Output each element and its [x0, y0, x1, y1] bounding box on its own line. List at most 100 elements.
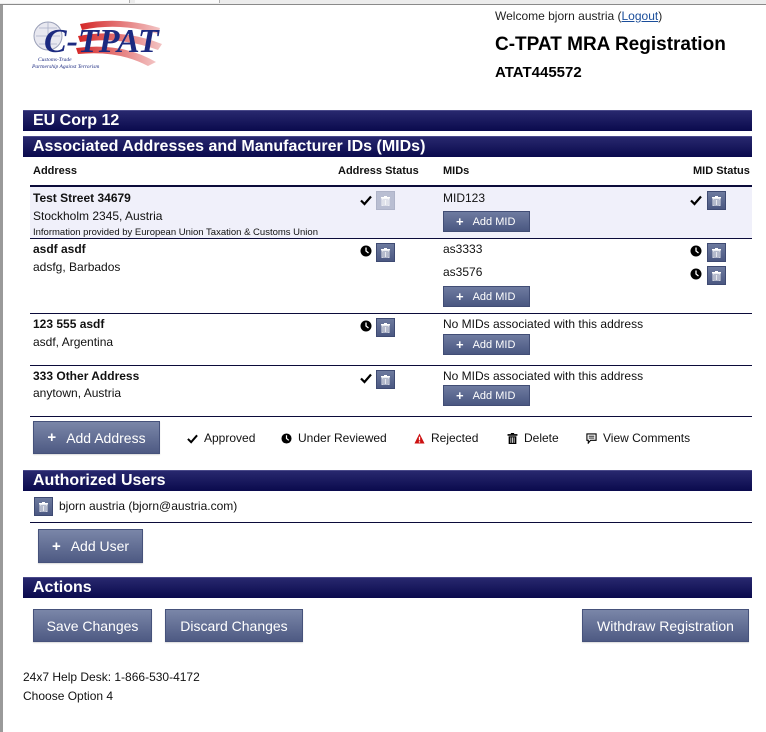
actions-header: Actions	[23, 577, 752, 598]
no-mids-text: No MIDs associated with this address	[443, 369, 644, 383]
help-desk-text: 24x7 Help Desk: 1-866-530-4172	[23, 670, 200, 684]
add-user-button[interactable]: + Add User	[38, 529, 143, 563]
add-mid-button[interactable]: + Add MID	[443, 211, 530, 232]
plus-icon: +	[456, 214, 464, 229]
trash-icon	[381, 322, 390, 333]
trash-icon	[507, 432, 518, 444]
add-address-button[interactable]: + Add Address	[33, 421, 160, 454]
no-mids-text: No MIDs associated with this address	[443, 317, 644, 331]
addresses-bottom-divider	[30, 416, 752, 417]
add-mid-button[interactable]: + Add MID	[443, 334, 530, 355]
legend-delete: Delete	[507, 431, 559, 445]
address-line: asdf, Argentina	[33, 335, 114, 349]
mid-id: as3576	[443, 265, 483, 279]
add-mid-label: Add MID	[472, 215, 516, 228]
add-mid-label: Add MID	[472, 290, 516, 303]
approved-check-icon	[360, 194, 372, 206]
clock-icon	[360, 245, 372, 257]
authorized-user: bjorn austria (bjorn@austria.com)	[59, 499, 238, 513]
column-header-mids: MIDs	[443, 165, 470, 177]
address-source-note: Information provided by European Union T…	[33, 227, 318, 238]
plus-icon: +	[47, 429, 57, 446]
registration-id: ATAT445572	[495, 64, 582, 81]
check-icon	[187, 434, 198, 444]
trash-icon	[381, 195, 390, 206]
welcome-label: Welcome bjorn austria (	[495, 9, 622, 23]
trash-icon	[712, 270, 721, 281]
column-header-address-status: Address Status	[338, 165, 419, 177]
approved-check-icon	[690, 194, 702, 206]
warning-triangle-icon	[414, 432, 425, 444]
column-header-address: Address	[33, 165, 78, 177]
address-row: Test Street 34679 Stockholm 2345, Austri…	[30, 185, 752, 238]
svg-text:Customs-Trade: Customs-Trade	[38, 57, 72, 63]
address-line: Stockholm 2345, Austria	[33, 209, 163, 223]
plus-icon: +	[456, 337, 464, 352]
legend-rejected-label: Rejected	[431, 431, 479, 445]
legend-approved: Approved	[187, 431, 255, 445]
clock-icon	[690, 245, 702, 257]
legend-under-review: Under Reviewed	[281, 431, 387, 445]
address-line: adsfg, Barbados	[33, 260, 121, 274]
browser-tab-edge	[135, 0, 220, 3]
clock-icon	[281, 432, 292, 444]
comment-icon	[586, 432, 597, 444]
trash-icon	[39, 501, 48, 512]
trash-icon	[712, 247, 721, 258]
mid-id: as3333	[443, 242, 483, 256]
clock-icon	[360, 320, 372, 332]
ctpat-logo: C-TPAT Customs-Trade Partnership Against…	[30, 14, 170, 72]
users-divider	[30, 522, 752, 523]
legend-approved-label: Approved	[204, 431, 256, 445]
address-row: 123 555 asdf asdf, Argentina No MIDs ass…	[30, 313, 752, 365]
logout-link[interactable]: Logout	[622, 9, 659, 23]
discard-changes-button[interactable]: Discard Changes	[165, 609, 303, 642]
approved-check-icon	[360, 372, 372, 384]
plus-icon: +	[456, 388, 464, 403]
add-mid-button[interactable]: + Add MID	[443, 286, 530, 307]
svg-text:C-TPAT: C-TPAT	[44, 23, 160, 60]
trash-icon	[381, 247, 390, 258]
clock-icon	[690, 268, 702, 280]
delete-address-button[interactable]	[376, 318, 395, 337]
delete-address-button-disabled	[376, 191, 395, 210]
add-address-label: Add Address	[66, 429, 146, 446]
svg-text:Partnership Against Terrorism: Partnership Against Terrorism	[31, 64, 99, 70]
legend-delete-label: Delete	[524, 431, 559, 445]
help-desk-option: Choose Option 4	[23, 689, 114, 703]
address-line: anytown, Austria	[33, 386, 122, 400]
welcome-suffix: )	[658, 9, 663, 23]
add-mid-label: Add MID	[472, 338, 516, 351]
address-title: asdf asdf	[33, 242, 86, 256]
withdraw-registration-button[interactable]: Withdraw Registration	[582, 609, 749, 642]
address-title: Test Street 34679	[33, 191, 131, 205]
browser-tab-edge	[0, 0, 130, 3]
delete-user-button[interactable]	[34, 497, 53, 516]
save-changes-button[interactable]: Save Changes	[33, 609, 152, 642]
company-name-bar: EU Corp 12	[23, 110, 752, 131]
add-mid-label: Add MID	[472, 389, 516, 402]
delete-mid-button[interactable]	[707, 243, 726, 262]
plus-icon: +	[51, 537, 61, 555]
plus-icon: +	[456, 289, 464, 304]
add-user-label: Add User	[70, 538, 130, 554]
trash-icon	[712, 195, 721, 206]
address-row: asdf asdf adsfg, Barbados as3333 as3576 …	[30, 238, 752, 313]
delete-mid-button[interactable]	[707, 191, 726, 210]
addresses-section-header: Associated Addresses and Manufacturer ID…	[23, 136, 752, 157]
legend-rejected: Rejected	[414, 431, 478, 445]
address-title: 333 Other Address	[33, 369, 140, 383]
window-frame-left	[0, 5, 3, 732]
welcome-text: Welcome bjorn austria (Logout)	[495, 9, 662, 23]
add-mid-button[interactable]: + Add MID	[443, 385, 530, 406]
address-row: 333 Other Address anytown, Austria No MI…	[30, 365, 752, 417]
delete-address-button[interactable]	[376, 243, 395, 262]
legend-view-comments: View Comments	[586, 431, 690, 445]
legend-under-review-label: Under Reviewed	[298, 431, 387, 445]
delete-address-button[interactable]	[376, 370, 395, 389]
authorized-users-header: Authorized Users	[23, 470, 752, 491]
address-title: 123 555 asdf	[33, 317, 105, 331]
delete-mid-button[interactable]	[707, 266, 726, 285]
browser-top-edge	[0, 0, 766, 5]
trash-icon	[381, 374, 390, 385]
